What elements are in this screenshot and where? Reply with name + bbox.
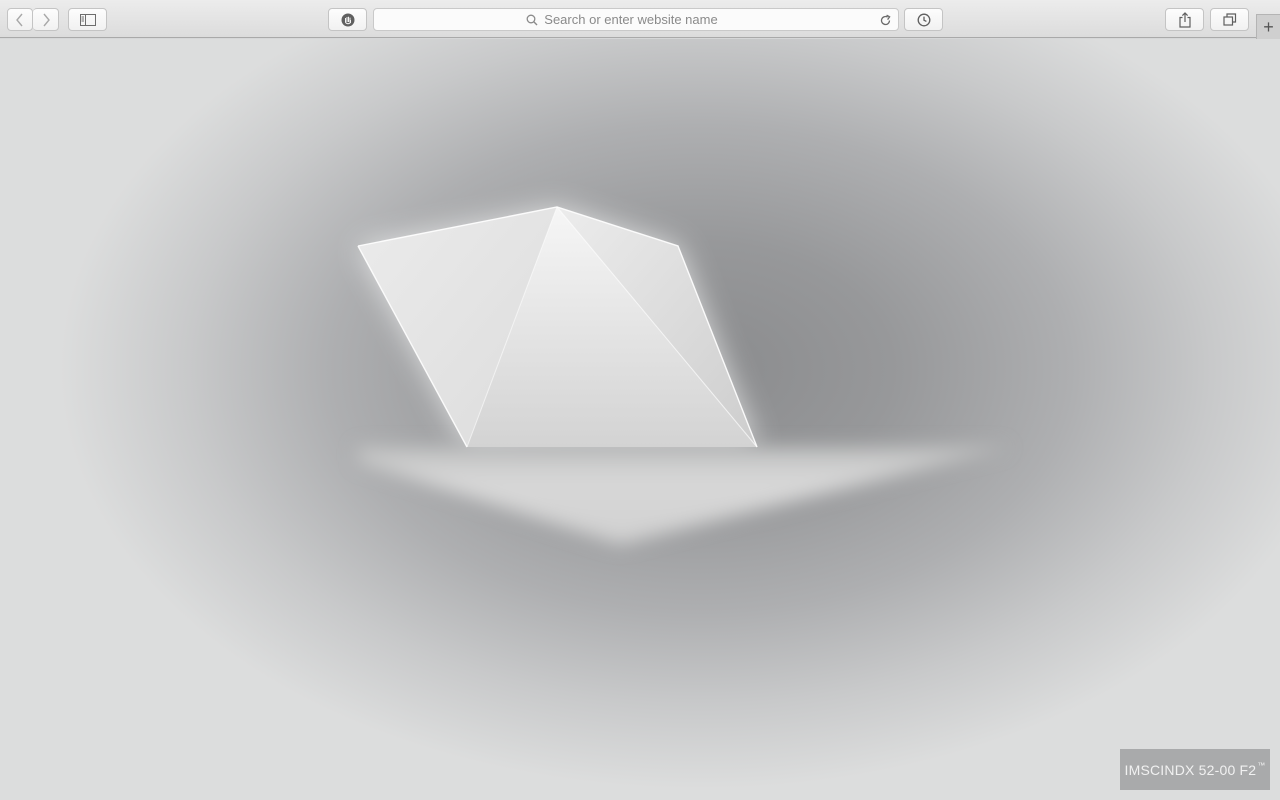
hand-stop-icon — [341, 13, 354, 26]
show-tabs-button[interactable] — [1210, 8, 1249, 31]
badge-text: IMSCINDX 52-00 F2 — [1124, 761, 1257, 778]
tabs-icon — [1222, 13, 1236, 26]
crystal-base — [358, 447, 1010, 545]
crystal-illustration — [357, 206, 1010, 545]
new-tab-button[interactable]: + — [1256, 14, 1280, 39]
search-icon — [526, 14, 538, 25]
sidebar-icon — [79, 13, 96, 26]
forward-button[interactable] — [33, 8, 59, 31]
reload-button[interactable] — [878, 13, 892, 27]
chevron-left-icon — [16, 13, 23, 26]
history-button[interactable] — [904, 8, 943, 31]
browser-toolbar: Search or enter website name + — [0, 0, 1280, 39]
brand-badge: IMSCINDX 52-00 F2 ™ — [1120, 749, 1270, 790]
back-button[interactable] — [7, 8, 33, 31]
reload-icon — [880, 14, 891, 25]
share-button[interactable] — [1165, 8, 1204, 31]
address-placeholder: Search or enter website name — [544, 12, 718, 27]
privacy-button[interactable] — [328, 8, 367, 31]
page-content: IMSCINDX 52-00 F2 ™ — [0, 39, 1280, 800]
share-icon — [1178, 11, 1191, 28]
sidebar-button[interactable] — [68, 8, 107, 31]
clock-icon — [917, 13, 930, 26]
chevron-right-icon — [42, 13, 50, 26]
trademark-mark: ™ — [1257, 761, 1266, 770]
address-bar[interactable]: Search or enter website name — [373, 8, 899, 31]
